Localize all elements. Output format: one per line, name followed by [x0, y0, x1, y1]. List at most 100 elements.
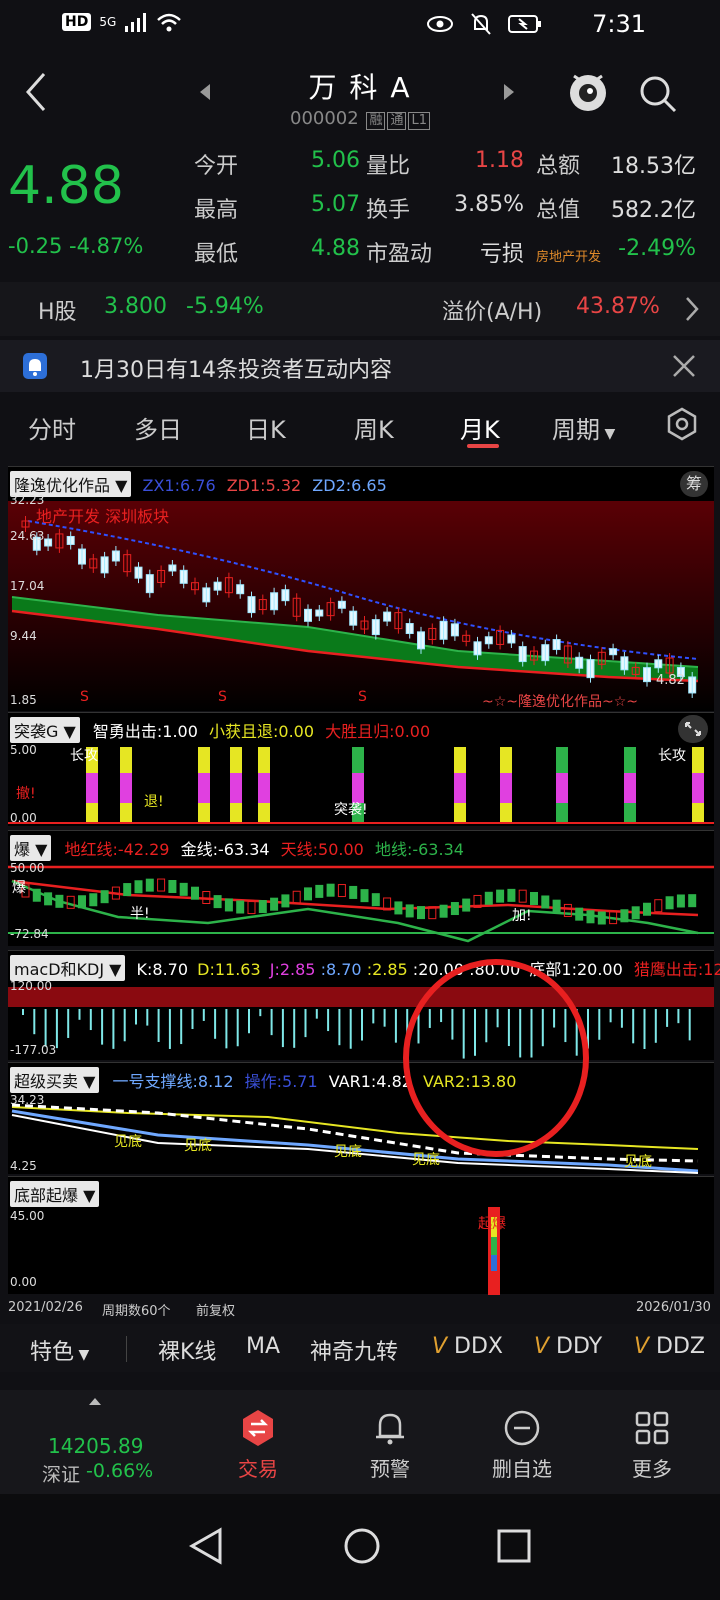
macd-bar — [168, 1009, 171, 1049]
macd-bar — [112, 1009, 115, 1049]
macd-bar — [598, 1009, 601, 1040]
period-tabs: 分时 多日 日K 周K 月K 周期 ▼ — [0, 396, 720, 458]
mascot-icon[interactable] — [566, 68, 610, 114]
macd-bar — [44, 1009, 47, 1047]
ddy-button[interactable]: V DDY — [534, 1334, 602, 1359]
chips-button[interactable]: 筹 — [680, 471, 708, 497]
industry-name[interactable]: 房地产开发 — [536, 246, 601, 265]
macd-bar — [191, 1009, 194, 1030]
panel2-xh: 小获且退:0.00 — [209, 722, 315, 741]
index-value[interactable]: 14205.89 — [48, 1434, 143, 1458]
remove-watch-button[interactable]: 删自选 — [486, 1408, 558, 1482]
panel3-header: 爆 ▼ 地红线:-42.29 金线:-63.34 天线:50.00 地线:-63… — [10, 835, 464, 861]
nav-back-icon[interactable] — [188, 1526, 224, 1566]
expand-icon[interactable] — [678, 715, 708, 743]
ddz-button[interactable]: V DDZ — [634, 1334, 705, 1359]
y-3: 17.04 — [10, 579, 45, 593]
bao-bar — [620, 909, 629, 923]
tab-monthly[interactable]: 月K — [460, 410, 500, 445]
naked-k-button[interactable]: 裸K线 — [158, 1334, 216, 1366]
bao-bar — [304, 887, 312, 901]
panel2-select[interactable]: 突袭G ▼ — [10, 717, 80, 743]
bao-bar — [145, 878, 154, 892]
panel5-select[interactable]: 超级买卖 ▼ — [10, 1067, 100, 1093]
ddz-label: DDZ — [656, 1334, 705, 1359]
bao-bar — [665, 896, 674, 910]
axis-count: 周期数60个 — [102, 1304, 171, 1319]
amount-value: 18.53亿 — [611, 154, 696, 179]
signal-bar-mid — [692, 773, 704, 803]
more-button[interactable]: 更多 — [622, 1408, 682, 1482]
nine-turn-button[interactable]: 神奇九转 — [310, 1334, 398, 1366]
nav-home-icon[interactable] — [342, 1526, 382, 1566]
tab-intraday[interactable]: 分时 — [28, 410, 76, 445]
tab-weekly[interactable]: 周K — [354, 410, 394, 445]
ma-button[interactable]: MA — [246, 1334, 280, 1359]
low-label: 最低 — [194, 242, 239, 267]
price-change-pct: -4.87% — [69, 234, 144, 258]
panel2-word-5: 退! — [144, 794, 164, 810]
trade-button[interactable]: 交易 — [228, 1408, 288, 1482]
burst-chart — [488, 1207, 500, 1295]
panel3-dh: 地红线:-42.29 — [64, 840, 170, 859]
sector-label: 地产开发 深圳板块 — [36, 507, 170, 526]
panel4-select[interactable]: macD和KDJ ▼ — [10, 955, 126, 981]
system-nav-bar — [0, 1494, 720, 1600]
bao-bar — [688, 894, 697, 908]
tab-period-label: 周期 — [552, 416, 600, 444]
bao-bar — [270, 897, 279, 911]
panel4-g: 猎鹰出击:120. — [633, 960, 720, 979]
panel3-ytop: 50.00 — [10, 861, 45, 875]
bao-bar — [631, 906, 640, 920]
stock-code-line: 000002 融通 L1 — [0, 108, 720, 130]
panel-macd-kdj: macD和KDJ ▼ K:8.70 D:11.63 J:2.85 :8.70 :… — [8, 950, 720, 1060]
search-icon[interactable] — [638, 74, 678, 114]
tab-multiday[interactable]: 多日 — [134, 410, 182, 445]
macd-bar — [67, 1009, 70, 1038]
settings-icon[interactable] — [664, 406, 700, 442]
panel6-ybot: 0.00 — [10, 1275, 37, 1289]
minus-circle-icon — [504, 1410, 540, 1446]
bao-bar — [236, 900, 245, 914]
panel2-word-2: 长攻 — [658, 748, 686, 764]
trade-icon — [243, 1410, 273, 1446]
alert-button[interactable]: 预警 — [360, 1408, 420, 1482]
open-value: 5.06 — [311, 148, 360, 173]
feature-button[interactable]: 特色 ▼ — [30, 1334, 89, 1366]
panel6-select[interactable]: 底部起爆 ▼ — [10, 1181, 100, 1207]
close-icon[interactable] — [672, 354, 696, 378]
bao-bar — [676, 894, 685, 908]
panel5-ybot: 4.25 — [10, 1159, 37, 1173]
macd-bar — [620, 1009, 623, 1028]
ddx-button[interactable]: V DDX — [432, 1334, 503, 1359]
bao-bar — [541, 895, 550, 909]
tab-daily[interactable]: 日K — [246, 410, 286, 445]
kline-chart[interactable] — [8, 501, 714, 711]
vr-value: 1.18 — [475, 148, 524, 173]
h-share-bar[interactable]: H股 3.800 -5.94% 溢价(A/H) 43.87% — [0, 282, 720, 336]
nav-recents-icon[interactable] — [496, 1528, 532, 1564]
panel3-select[interactable]: 爆 ▼ — [10, 835, 52, 861]
panel3-tx: 天线:50.00 — [280, 840, 364, 859]
macd-bar — [78, 1009, 81, 1020]
zd1-value: ZD1:5.32 — [226, 476, 302, 495]
axis-fq: 前复权 — [196, 1304, 236, 1319]
tab-period[interactable]: 周期 ▼ — [552, 410, 615, 445]
bao-bar — [586, 910, 595, 924]
amount-label: 总额 — [536, 154, 581, 179]
macd-bar — [225, 1009, 228, 1049]
trade-label: 交易 — [238, 1457, 278, 1481]
bao-bar — [55, 894, 64, 908]
tag-connect: 通 — [387, 112, 407, 130]
turnover-label: 换手 — [366, 198, 411, 223]
panel6-word: 起爆 — [478, 1216, 506, 1232]
time-axis: 2021/02/26 周期数60个 前复权 2026/01/30 — [0, 1296, 720, 1322]
index-name: 深证 — [42, 1464, 81, 1486]
panel6-name: 底部起爆 — [14, 1186, 79, 1205]
stock-header: 万 科 A 000002 融通 L1 — [0, 52, 720, 136]
feature-label: 特色 — [30, 1340, 75, 1365]
panel2-header: 突袭G ▼ 智勇出击:1.00 小获且退:0.00 大胜且归:0.00 — [10, 717, 430, 743]
bao-bar — [417, 906, 425, 920]
notice-bar[interactable]: 1月30日有14条投资者互动内容 — [0, 340, 720, 392]
next-stock-icon[interactable] — [502, 82, 516, 102]
